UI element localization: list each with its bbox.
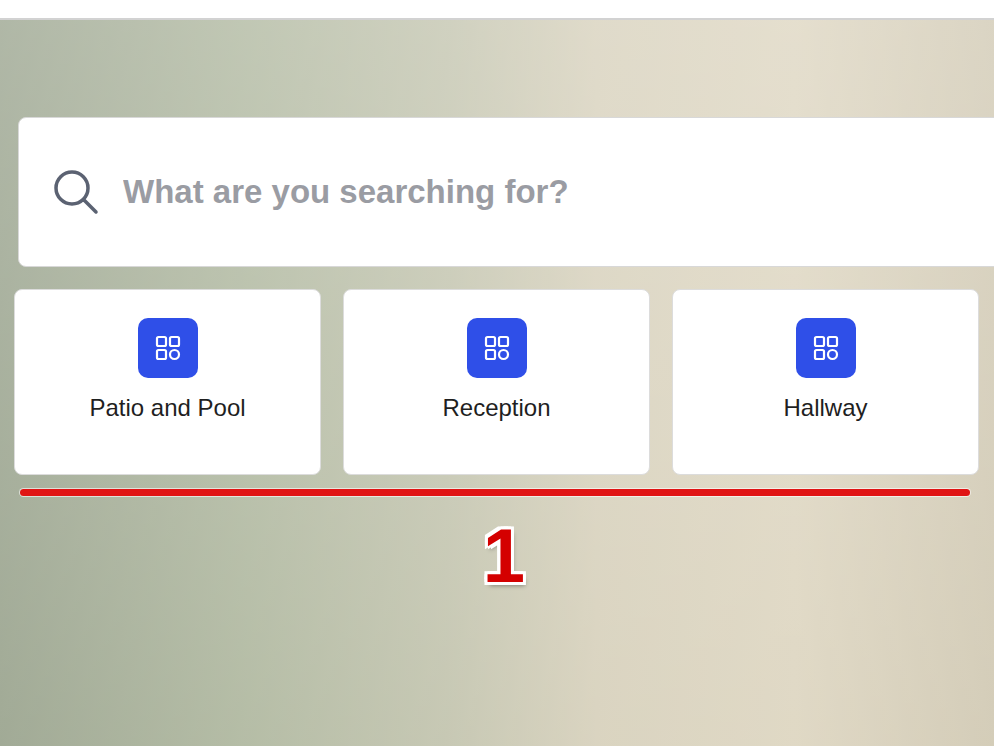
category-label: Reception (442, 394, 550, 422)
annotation-underline (20, 489, 970, 496)
category-card[interactable]: Patio and Pool (14, 289, 321, 475)
search-box[interactable] (18, 117, 994, 267)
grid-icon (812, 334, 840, 362)
annotation-number: 1 (474, 518, 534, 594)
page: Patio and Pool Reception Hallway 1 (0, 0, 994, 746)
grid-icon (154, 334, 182, 362)
category-card[interactable]: Hallway (672, 289, 979, 475)
category-icon-tile (796, 318, 856, 378)
category-icon-tile (138, 318, 198, 378)
category-card[interactable]: Reception (343, 289, 650, 475)
search-icon (51, 167, 101, 217)
grid-icon (483, 334, 511, 362)
hero-background: Patio and Pool Reception Hallway 1 (0, 20, 994, 746)
top-bar (0, 0, 994, 20)
category-label: Hallway (783, 394, 867, 422)
search-input[interactable] (121, 172, 994, 212)
category-icon-tile (467, 318, 527, 378)
category-row: Patio and Pool Reception Hallway (14, 289, 994, 475)
category-label: Patio and Pool (89, 394, 245, 422)
